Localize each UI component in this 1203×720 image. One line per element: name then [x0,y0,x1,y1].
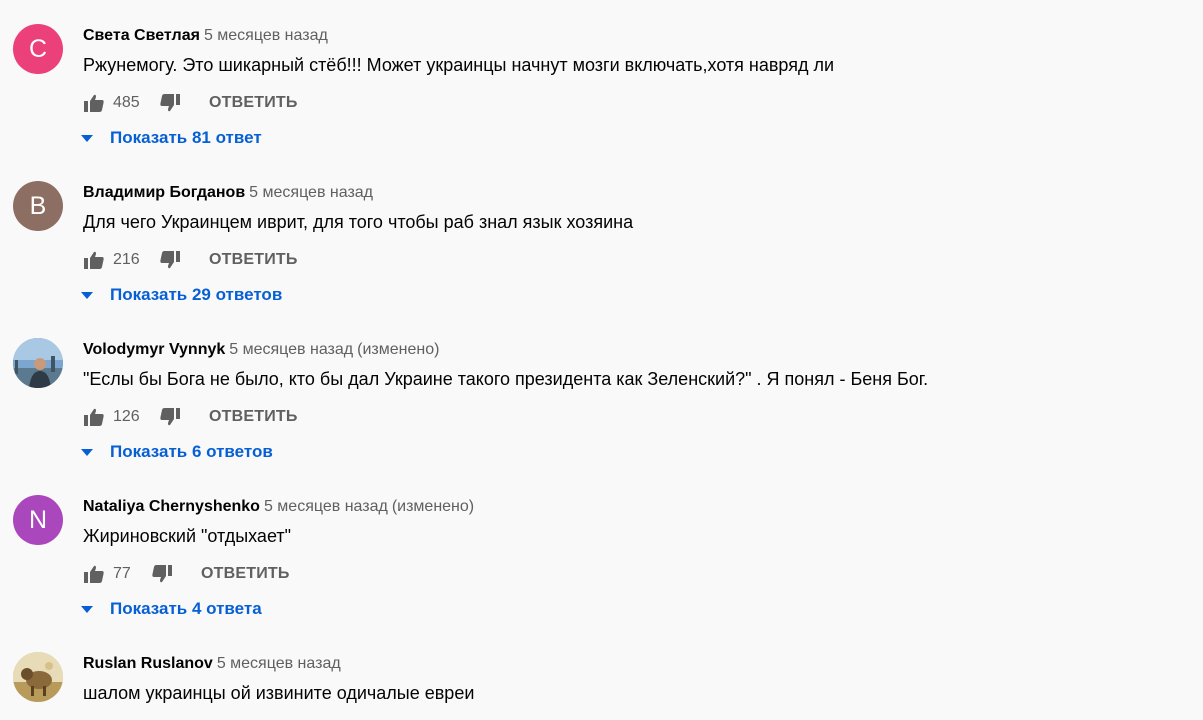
reply-button[interactable]: ОТВЕТИТЬ [201,565,290,583]
avatar[interactable] [13,652,63,702]
thumb-down-icon [160,94,180,112]
published-time[interactable]: 5 месяцев назад [264,498,388,515]
show-replies-button[interactable]: Показать 81 ответ [80,126,262,150]
like-button[interactable] [83,563,105,585]
thumb-down-icon [152,565,172,583]
caret-down-icon [80,445,94,459]
like-count: 126 [113,408,140,425]
dislike-button[interactable] [151,563,173,585]
edited-label: (изменено) [391,498,475,515]
like-count: 485 [113,94,140,111]
comments-section: С Света Светлая 5 месяцев назад Ржунемогу… [0,0,1203,720]
comment-text: Жириновский "отдыхает" [83,526,291,546]
reply-button[interactable]: ОТВЕТИТЬ [209,408,298,426]
caret-down-icon [80,131,94,145]
published-time[interactable]: 5 месяцев назад [204,27,328,44]
thumb-up-icon [84,251,104,269]
dislike-button[interactable] [159,406,181,428]
comment-actions: 126 ОТВЕТИТЬ [83,404,298,430]
show-replies-label[interactable]: Показать 4 ответа [110,599,262,619]
reply-button[interactable]: ОТВЕТИТЬ [209,251,298,269]
author-name[interactable]: Света Светлая [83,27,200,44]
avatar[interactable]: В [13,181,63,231]
avatar[interactable] [13,338,63,388]
caret-down-icon [80,602,94,616]
author-name[interactable]: Volodymyr Vynnyk [83,341,225,358]
like-count: 216 [113,251,140,268]
comment-actions: 77 ОТВЕТИТЬ [83,561,290,587]
reply-button[interactable]: ОТВЕТИТЬ [209,94,298,112]
comment-text: "Еслы бы Бога не было, кто бы дал Украин… [83,369,929,389]
comment-actions: 485 ОТВЕТИТЬ [83,90,298,116]
comment-actions: 216 ОТВЕТИТЬ [83,247,298,273]
author-name[interactable]: Nataliya Chernyshenko [83,498,260,515]
like-button[interactable] [83,92,105,114]
author-name[interactable]: Владимир Богданов [83,184,245,201]
comment-header: Nataliya Chernyshenko 5 месяцев назад (изм… [83,497,474,517]
thumb-up-icon [84,408,104,426]
comment-header: Света Светлая 5 месяцев назад [83,26,328,46]
show-replies-label[interactable]: Показать 29 ответов [110,285,282,305]
comment-header: Ruslan Ruslanov 5 месяцев назад [83,654,341,674]
show-replies-label[interactable]: Показать 81 ответ [110,128,262,148]
user-photo-icon [13,652,63,702]
comment-text: Для чего Украинцем иврит, для того чтобы… [83,212,634,232]
author-name[interactable]: Ruslan Ruslanov [83,655,213,672]
published-time[interactable]: 5 месяцев назад [249,184,373,201]
show-replies-button[interactable]: Показать 4 ответа [80,597,262,621]
thumb-down-icon [160,251,180,269]
thumb-down-icon [160,408,180,426]
comment-header: Владимир Богданов 5 месяцев назад [83,183,373,203]
dislike-button[interactable] [159,249,181,271]
thumb-up-icon [84,94,104,112]
thumb-up-icon [84,565,104,583]
show-replies-label[interactable]: Показать 6 ответов [110,442,273,462]
caret-down-icon [80,288,94,302]
edited-label: (изменено) [357,341,440,358]
like-button[interactable] [83,406,105,428]
show-replies-button[interactable]: Показать 6 ответов [80,440,273,464]
user-photo-icon [13,338,63,388]
published-time[interactable]: 5 месяцев назад [229,341,353,358]
like-button[interactable] [83,249,105,271]
dislike-button[interactable] [159,92,181,114]
like-count: 77 [113,565,131,582]
show-replies-button[interactable]: Показать 29 ответов [80,283,282,307]
published-time[interactable]: 5 месяцев назад [217,655,341,672]
avatar[interactable]: С [13,24,63,74]
comment-header: Volodymyr Vynnyk 5 месяцев назад (изменено… [83,340,439,360]
comment-text: шалом украинцы ой извините одичалые евре… [83,683,475,703]
comment-text: Ржунемогу. Это шикарный стёб!!! Может ук… [83,55,835,75]
avatar[interactable]: N [13,495,63,545]
